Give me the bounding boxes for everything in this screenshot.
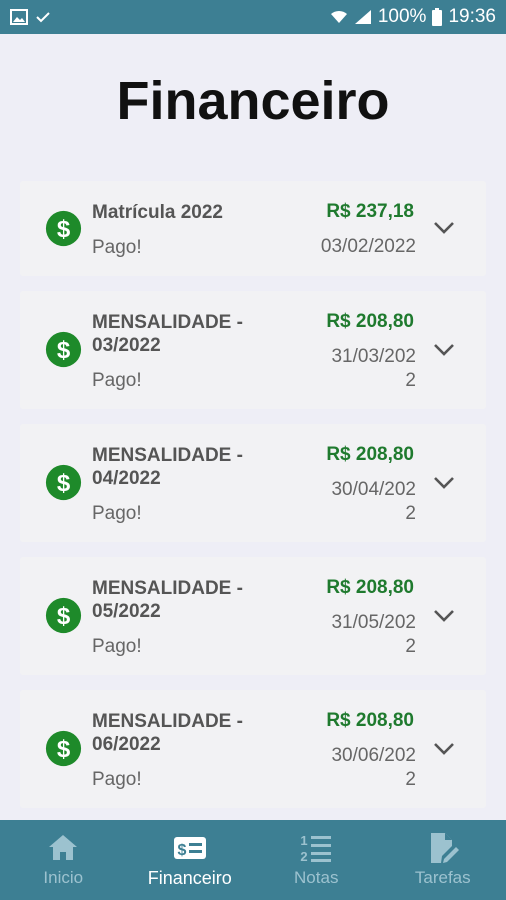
chevron-down-icon[interactable] xyxy=(433,476,455,490)
dollar-coin-icon: $ xyxy=(45,730,82,767)
image-notification-icon xyxy=(10,9,28,25)
svg-text:2: 2 xyxy=(301,849,308,864)
check-notification-icon xyxy=(36,12,50,23)
battery-percent: 100% xyxy=(377,6,427,27)
payment-status: Pago! xyxy=(92,503,142,524)
payment-date: 31/05/2022 xyxy=(331,612,416,657)
payment-amount: R$ 208,80 xyxy=(326,710,414,731)
list-numbered-icon: 1 2 xyxy=(301,833,332,864)
payment-card[interactable]: $ MENSALIDADE - 03/2022 Pago! R$ 208,80 … xyxy=(20,291,486,409)
nav-item-inicio[interactable]: Inicio xyxy=(0,820,127,900)
chevron-down-icon[interactable] xyxy=(433,742,455,756)
nav-item-financeiro[interactable]: $ Financeiro xyxy=(127,820,254,900)
nav-label: Tarefas xyxy=(414,868,471,887)
payment-amount: R$ 237,18 xyxy=(326,201,414,222)
payment-status: Pago! xyxy=(92,237,142,258)
chevron-down-icon[interactable] xyxy=(433,343,455,357)
document-edit-icon xyxy=(430,833,459,863)
chevron-down-icon[interactable] xyxy=(433,609,455,623)
status-bar: 100% 19:36 xyxy=(0,0,506,34)
nav-label: Financeiro xyxy=(147,867,232,888)
payment-status: Pago! xyxy=(92,636,142,657)
payment-name: MENSALIDADE - 05/2022 xyxy=(92,578,243,622)
nav-item-notas[interactable]: 1 2 Notas xyxy=(253,820,380,900)
chevron-down-icon[interactable] xyxy=(433,221,455,235)
svg-text:$: $ xyxy=(57,736,71,763)
signal-icon xyxy=(354,10,371,24)
wifi-icon xyxy=(330,10,347,23)
svg-text:$: $ xyxy=(57,337,71,364)
page-title: Financeiro xyxy=(116,71,390,131)
svg-text:$: $ xyxy=(177,842,186,859)
dollar-coin-icon: $ xyxy=(45,210,82,247)
payment-card[interactable]: $ MENSALIDADE - 06/2022 Pago! R$ 208,80 … xyxy=(20,690,486,808)
svg-text:1: 1 xyxy=(301,833,308,848)
payment-card[interactable]: $ Matrícula 2022 Pago! R$ 237,18 03/02/2… xyxy=(20,181,486,276)
payment-name: MENSALIDADE - 03/2022 xyxy=(92,312,243,356)
nav-label: Inicio xyxy=(43,868,84,887)
payment-card[interactable]: $ MENSALIDADE - 05/2022 Pago! R$ 208,80 … xyxy=(20,557,486,675)
payment-date: 03/02/2022 xyxy=(320,236,416,257)
payment-status: Pago! xyxy=(92,769,142,790)
payment-amount: R$ 208,80 xyxy=(326,311,414,332)
payment-name: MENSALIDADE - 04/2022 xyxy=(92,445,243,489)
svg-text:$: $ xyxy=(57,603,71,630)
svg-text:$: $ xyxy=(57,470,71,497)
payment-card[interactable]: $ MENSALIDADE - 04/2022 Pago! R$ 208,80 … xyxy=(20,424,486,542)
payment-name: MENSALIDADE - 06/2022 xyxy=(92,711,243,755)
dollar-coin-icon: $ xyxy=(45,331,82,368)
payment-amount: R$ 208,80 xyxy=(326,444,414,465)
money-icon: $ xyxy=(173,836,206,859)
nav-item-tarefas[interactable]: Tarefas xyxy=(380,820,506,900)
dollar-coin-icon: $ xyxy=(45,464,82,501)
notification-icons xyxy=(10,9,52,25)
payment-name: Matrícula 2022 xyxy=(92,202,223,223)
home-icon xyxy=(49,835,78,860)
clock: 19:36 xyxy=(448,6,496,27)
payment-status: Pago! xyxy=(92,370,142,391)
payment-amount: R$ 208,80 xyxy=(326,577,414,598)
nav-label: Notas xyxy=(294,868,339,887)
dollar-coin-icon: $ xyxy=(45,597,82,634)
svg-text:$: $ xyxy=(57,216,71,243)
payment-date: 30/04/2022 xyxy=(331,479,416,524)
payment-date: 31/03/2022 xyxy=(331,346,416,391)
battery-icon xyxy=(432,8,443,26)
bottom-nav: Inicio $ Financeiro 1 2 Notas Tarefas xyxy=(0,820,506,900)
payment-date: 30/06/2022 xyxy=(331,745,416,790)
